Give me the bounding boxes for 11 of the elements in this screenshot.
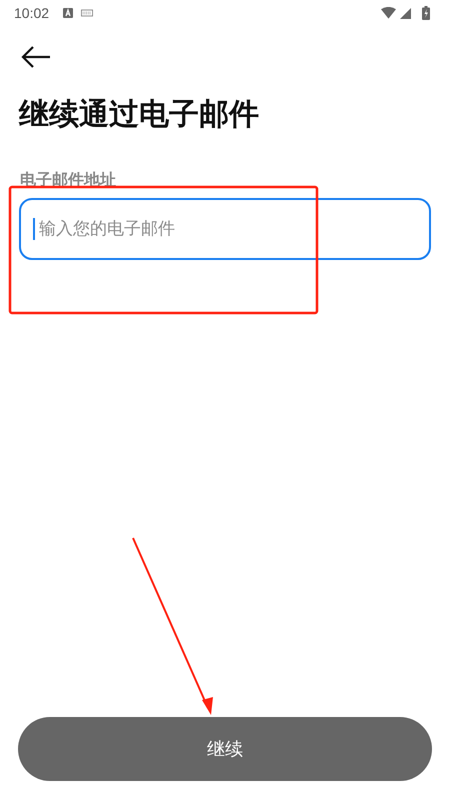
signal-icon bbox=[400, 8, 411, 18]
keyboard-icon bbox=[81, 9, 94, 17]
text-cursor bbox=[33, 218, 35, 240]
status-time: 10:02 bbox=[14, 5, 50, 21]
page-title: 继续通过电子邮件 bbox=[19, 96, 260, 134]
notification-icon bbox=[63, 8, 74, 18]
email-input-field[interactable]: 输入您的电子邮件 bbox=[19, 198, 431, 260]
battery-icon bbox=[422, 6, 430, 20]
continue-button[interactable]: 继续 bbox=[18, 717, 432, 781]
wifi-icon bbox=[381, 7, 396, 19]
back-arrow-icon[interactable] bbox=[21, 45, 51, 69]
